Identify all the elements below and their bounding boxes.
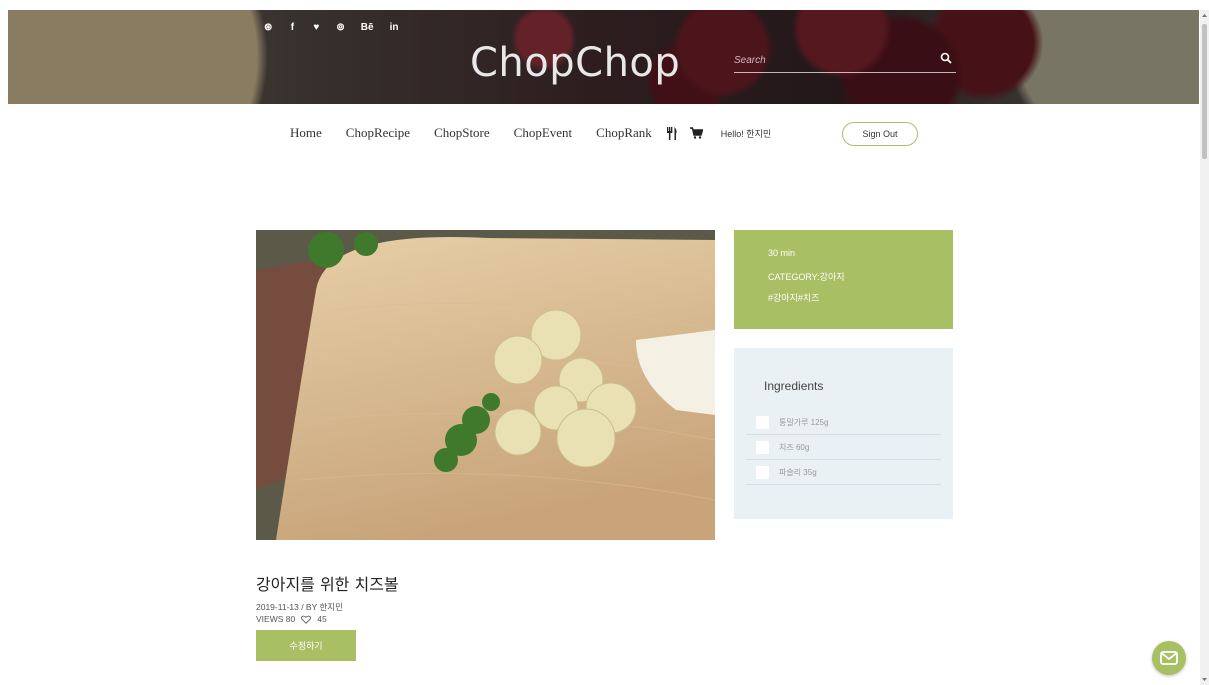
- ingredient-label: 치즈 60g: [779, 442, 810, 452]
- dribbble-icon[interactable]: ⊚: [336, 22, 344, 33]
- heart-icon[interactable]: [301, 615, 312, 624]
- ingredient-checkbox[interactable]: [756, 440, 769, 454]
- ingredient-label: 파슬리 35g: [779, 467, 817, 477]
- nav-home[interactable]: Home: [290, 125, 322, 141]
- recipe-info-card: 30 min CATEGORY:강아지 #강아지#치즈: [734, 230, 953, 329]
- recipe-category: CATEGORY:강아지: [768, 272, 845, 282]
- ingredient-item: 치즈 60g: [746, 435, 941, 460]
- recipe-date-author: 2019-11-13 / BY 한지민: [256, 602, 343, 612]
- nav-chop-rank[interactable]: ChopRank: [596, 125, 652, 141]
- user-greeting: Hello! 한지민: [720, 128, 772, 139]
- ingredient-label: 통밀가루 125g: [779, 417, 829, 427]
- nav-chop-recipe[interactable]: ChopRecipe: [346, 125, 410, 141]
- pinterest-icon[interactable]: ⊛: [264, 22, 272, 33]
- header-banner: ⊛ f ♥ ⊚ Bē in ChopChop: [8, 10, 1199, 104]
- cook-time: 30 min: [768, 248, 796, 258]
- social-links: ⊛ f ♥ ⊚ Bē in: [264, 22, 398, 33]
- ingredient-checkbox[interactable]: [756, 415, 769, 429]
- nav-chop-store[interactable]: ChopStore: [434, 125, 490, 141]
- sign-out-button[interactable]: Sign Out: [842, 122, 918, 146]
- search-bar: [734, 50, 956, 73]
- recipe-photo-illustration: [256, 230, 715, 540]
- ingredients-card: Ingredients 통밀가루 125g 치즈 60g 파슬리 35g: [734, 348, 953, 519]
- ingredient-item: 통밀가루 125g: [746, 410, 941, 435]
- likes-count: 45: [317, 614, 327, 624]
- scrollbar-thumb[interactable]: [1202, 24, 1207, 159]
- recipe-photo: [256, 230, 715, 540]
- edit-recipe-button[interactable]: 수정하기: [256, 630, 356, 661]
- linkedin-icon[interactable]: in: [390, 22, 399, 33]
- mail-icon: [1160, 651, 1178, 665]
- behance-icon[interactable]: Bē: [361, 22, 374, 33]
- ingredient-checkbox[interactable]: [756, 465, 769, 479]
- scroll-down-arrow-icon[interactable]: [1202, 677, 1207, 682]
- search-icon[interactable]: [940, 52, 952, 64]
- recipe-title: 강아지를 위한 치즈볼: [256, 575, 399, 594]
- main-nav: Home ChopRecipe ChopStore ChopEvent Chop…: [290, 125, 771, 141]
- twitter-icon[interactable]: ♥: [312, 22, 320, 33]
- mail-button[interactable]: [1152, 641, 1186, 675]
- ingredients-title: Ingredients: [764, 379, 824, 393]
- site-logo[interactable]: ChopChop: [470, 40, 680, 86]
- views-count: VIEWS 80: [256, 614, 296, 624]
- facebook-icon[interactable]: f: [288, 22, 296, 33]
- recipe-tags: #강아지#치즈: [768, 293, 820, 303]
- recipe-stats: VIEWS 80 45: [256, 614, 327, 624]
- cart-icon[interactable]: [689, 127, 703, 139]
- nav-chop-event[interactable]: ChopEvent: [514, 125, 573, 141]
- scroll-up-arrow-icon[interactable]: [1202, 13, 1207, 18]
- ingredient-item: 파슬리 35g: [746, 460, 941, 485]
- fork-knife-icon[interactable]: [666, 126, 678, 140]
- search-input[interactable]: [734, 53, 924, 68]
